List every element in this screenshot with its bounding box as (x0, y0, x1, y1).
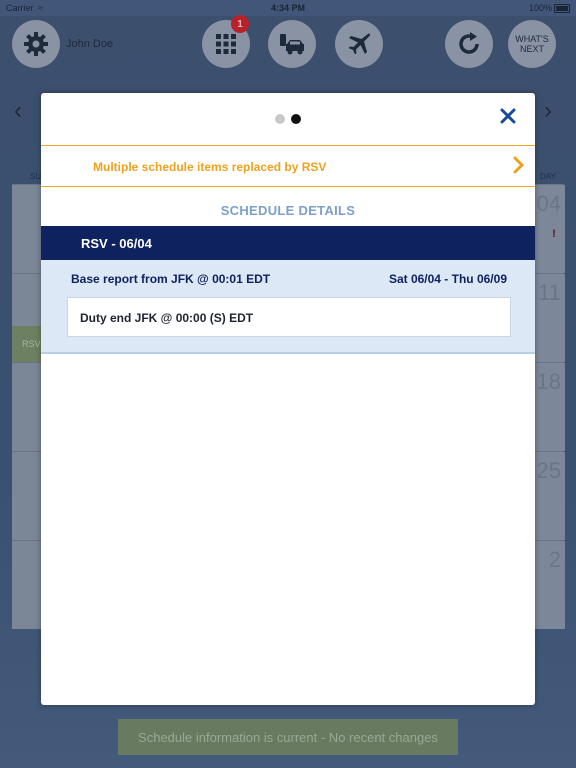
calendar-day-number: 18 (536, 369, 561, 394)
refresh-button[interactable] (445, 20, 493, 68)
page-dot-active[interactable] (291, 114, 301, 124)
grid-icon (216, 34, 236, 54)
schedule-details-modal: Multiple schedule items replaced by RSV … (41, 93, 535, 705)
calendar-day-cell[interactable]: 18 (534, 363, 565, 451)
alert-text: Multiple schedule items replaced by RSV (93, 160, 327, 174)
calendar-day-number: 2 (548, 547, 561, 572)
replacement-alert-row[interactable]: Multiple schedule items replaced by RSV (41, 145, 535, 187)
rsv-title: RSV - 06/04 (81, 236, 152, 251)
calendar-day-cell[interactable]: 25 (534, 452, 565, 540)
base-report-text: Base report from JFK @ 00:01 EDT (71, 272, 271, 286)
calendar-day-number: 04 (536, 191, 561, 216)
battery-percent: 100% (528, 3, 552, 13)
whats-next-button[interactable]: WHAT'S NEXT (508, 20, 556, 68)
calendar-day-number: 11 (538, 280, 561, 305)
status-bar: Carrier ≈ 4:34 PM 100% (0, 0, 576, 16)
calendar-day-cell[interactable]: 11 (534, 274, 565, 362)
status-banner: Schedule information is current - No rec… (118, 719, 458, 755)
rsv-header: RSV - 06/04 (41, 226, 535, 260)
calendar-header-left: SU (30, 172, 42, 181)
car-icon (280, 34, 304, 55)
whats-next-line2: NEXT (519, 44, 544, 54)
duty-end-text: Duty end JFK @ 00:00 (S) EDT (80, 311, 254, 325)
warning-icon: ! (546, 226, 562, 242)
calendar-day-number: 25 (536, 458, 561, 483)
refresh-icon (459, 32, 479, 54)
whats-next-label: WHAT'S NEXT (515, 34, 549, 54)
clock: 4:34 PM (270, 3, 305, 13)
next-month-arrow[interactable]: › (544, 97, 552, 125)
notification-badge: 1 (231, 15, 249, 33)
calendar-header-right: DAY (540, 172, 556, 181)
transport-button[interactable] (268, 20, 316, 68)
plane-icon (348, 33, 371, 55)
duty-end-item[interactable]: Duty end JFK @ 00:00 (S) EDT (67, 297, 511, 337)
page-indicator (275, 111, 307, 129)
chevron-right-icon (513, 156, 525, 174)
flights-button[interactable] (335, 20, 383, 68)
previous-month-arrow[interactable]: ‹ (14, 97, 22, 125)
section-title: SCHEDULE DETAILS (220, 203, 356, 218)
whats-next-line1: WHAT'S (515, 34, 549, 44)
date-range-text: Sat 06/04 - Thu 06/09 (388, 272, 507, 286)
close-icon (500, 108, 516, 124)
user-name: John Doe (66, 38, 114, 50)
settings-button[interactable] (12, 20, 60, 68)
page-dot[interactable] (275, 114, 285, 124)
gear-icon (24, 32, 48, 56)
close-button[interactable] (497, 105, 519, 127)
battery-icon (554, 4, 570, 13)
schedule-detail-panel: Base report from JFK @ 00:01 EDT Sat 06/… (41, 260, 535, 354)
calendar-day-cell[interactable]: 2 (534, 541, 565, 629)
